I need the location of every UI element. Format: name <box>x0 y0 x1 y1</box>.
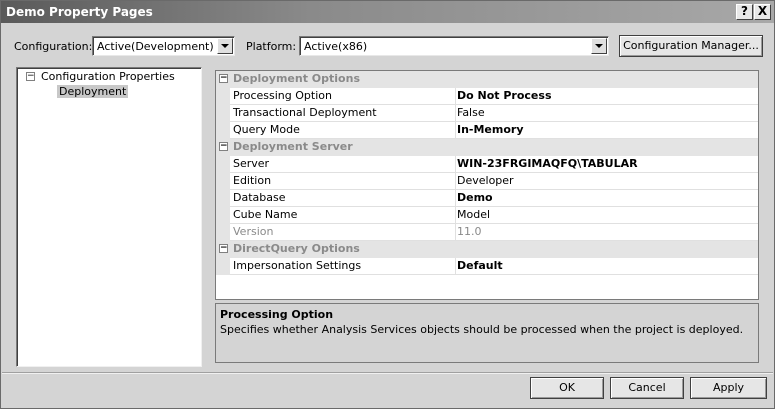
cancel-button[interactable]: Cancel <box>610 377 684 399</box>
category-label: Deployment Server <box>233 140 353 153</box>
property-value: 11.0 <box>456 224 758 241</box>
property-value[interactable]: False <box>456 105 758 122</box>
category-deployment-server[interactable]: − Deployment Server <box>216 139 758 156</box>
property-name: Query Mode <box>230 122 456 139</box>
close-button[interactable]: X <box>754 4 771 20</box>
row-gutter <box>216 258 230 275</box>
description-text: Specifies whether Analysis Services obje… <box>220 323 744 336</box>
category-label: DirectQuery Options <box>233 242 360 255</box>
property-value[interactable]: Demo <box>456 190 758 207</box>
row-gutter <box>216 207 230 224</box>
window-title: Demo Property Pages <box>6 5 153 19</box>
collapse-icon[interactable]: − <box>219 74 228 83</box>
platform-dropdown[interactable]: Active(x86) <box>299 36 609 56</box>
configuration-label: Configuration: <box>14 40 93 53</box>
collapse-icon[interactable]: − <box>219 244 228 253</box>
property-name: Edition <box>230 173 456 190</box>
configuration-value: Active(Development) <box>97 40 214 53</box>
description-title: Processing Option <box>220 308 334 321</box>
row-gutter <box>216 88 230 105</box>
property-value[interactable]: Do Not Process <box>456 88 758 105</box>
property-value[interactable]: Default <box>456 258 758 275</box>
property-name: Database <box>230 190 456 207</box>
property-row[interactable]: Processing Option Do Not Process <box>216 88 758 105</box>
property-value[interactable]: Model <box>456 207 758 224</box>
help-button[interactable]: ? <box>736 4 753 20</box>
row-gutter <box>216 122 230 139</box>
description-panel: Processing Option Specifies whether Anal… <box>215 303 759 363</box>
row-gutter <box>216 105 230 122</box>
property-row[interactable]: Impersonation Settings Default <box>216 258 758 275</box>
ok-button[interactable]: OK <box>530 377 604 399</box>
apply-button[interactable]: Apply <box>690 377 767 399</box>
tree-item-configuration-properties[interactable]: Configuration Properties <box>41 70 175 83</box>
footer-divider <box>2 372 773 374</box>
property-row[interactable]: Transactional Deployment False <box>216 105 758 122</box>
row-gutter <box>216 190 230 207</box>
platform-label: Platform: <box>246 40 297 53</box>
navigation-tree: − Configuration Properties Deployment <box>16 67 202 367</box>
close-icon: X <box>757 4 768 18</box>
collapse-icon[interactable]: − <box>26 72 35 81</box>
property-row[interactable]: Edition Developer <box>216 173 758 190</box>
category-label: Deployment Options <box>233 72 360 85</box>
property-pages-dialog: Demo Property Pages ? X Configuration: A… <box>0 0 775 409</box>
property-row[interactable]: Cube Name Model <box>216 207 758 224</box>
property-row[interactable]: Query Mode In-Memory <box>216 122 758 139</box>
property-row[interactable]: Version 11.0 <box>216 224 758 241</box>
row-gutter <box>216 173 230 190</box>
tree-item-deployment[interactable]: Deployment <box>57 85 129 98</box>
platform-value: Active(x86) <box>304 40 368 53</box>
row-gutter <box>216 156 230 173</box>
property-name: Version <box>230 224 456 241</box>
property-value[interactable]: Developer <box>456 173 758 190</box>
property-value[interactable]: In-Memory <box>456 122 758 139</box>
row-gutter <box>216 224 230 241</box>
property-name: Processing Option <box>230 88 456 105</box>
property-name: Server <box>230 156 456 173</box>
help-icon: ? <box>741 4 748 18</box>
property-value[interactable]: WIN-23FRGIMAQFQ\TABULAR <box>456 156 758 173</box>
property-row[interactable]: Database Demo <box>216 190 758 207</box>
category-directquery-options[interactable]: − DirectQuery Options <box>216 241 758 258</box>
chevron-down-icon[interactable] <box>217 38 233 54</box>
property-row[interactable]: Server WIN-23FRGIMAQFQ\TABULAR <box>216 156 758 173</box>
chevron-down-icon[interactable] <box>591 38 607 54</box>
category-deployment-options[interactable]: − Deployment Options <box>216 71 758 88</box>
property-name: Impersonation Settings <box>230 258 456 275</box>
collapse-icon[interactable]: − <box>219 142 228 151</box>
configuration-manager-button[interactable]: Configuration Manager... <box>619 35 763 57</box>
property-name: Cube Name <box>230 207 456 224</box>
title-bar[interactable]: Demo Property Pages ? X <box>1 1 774 23</box>
property-name: Transactional Deployment <box>230 105 456 122</box>
configuration-dropdown[interactable]: Active(Development) <box>92 36 235 56</box>
property-grid: − Deployment Options Processing Option D… <box>215 70 759 300</box>
